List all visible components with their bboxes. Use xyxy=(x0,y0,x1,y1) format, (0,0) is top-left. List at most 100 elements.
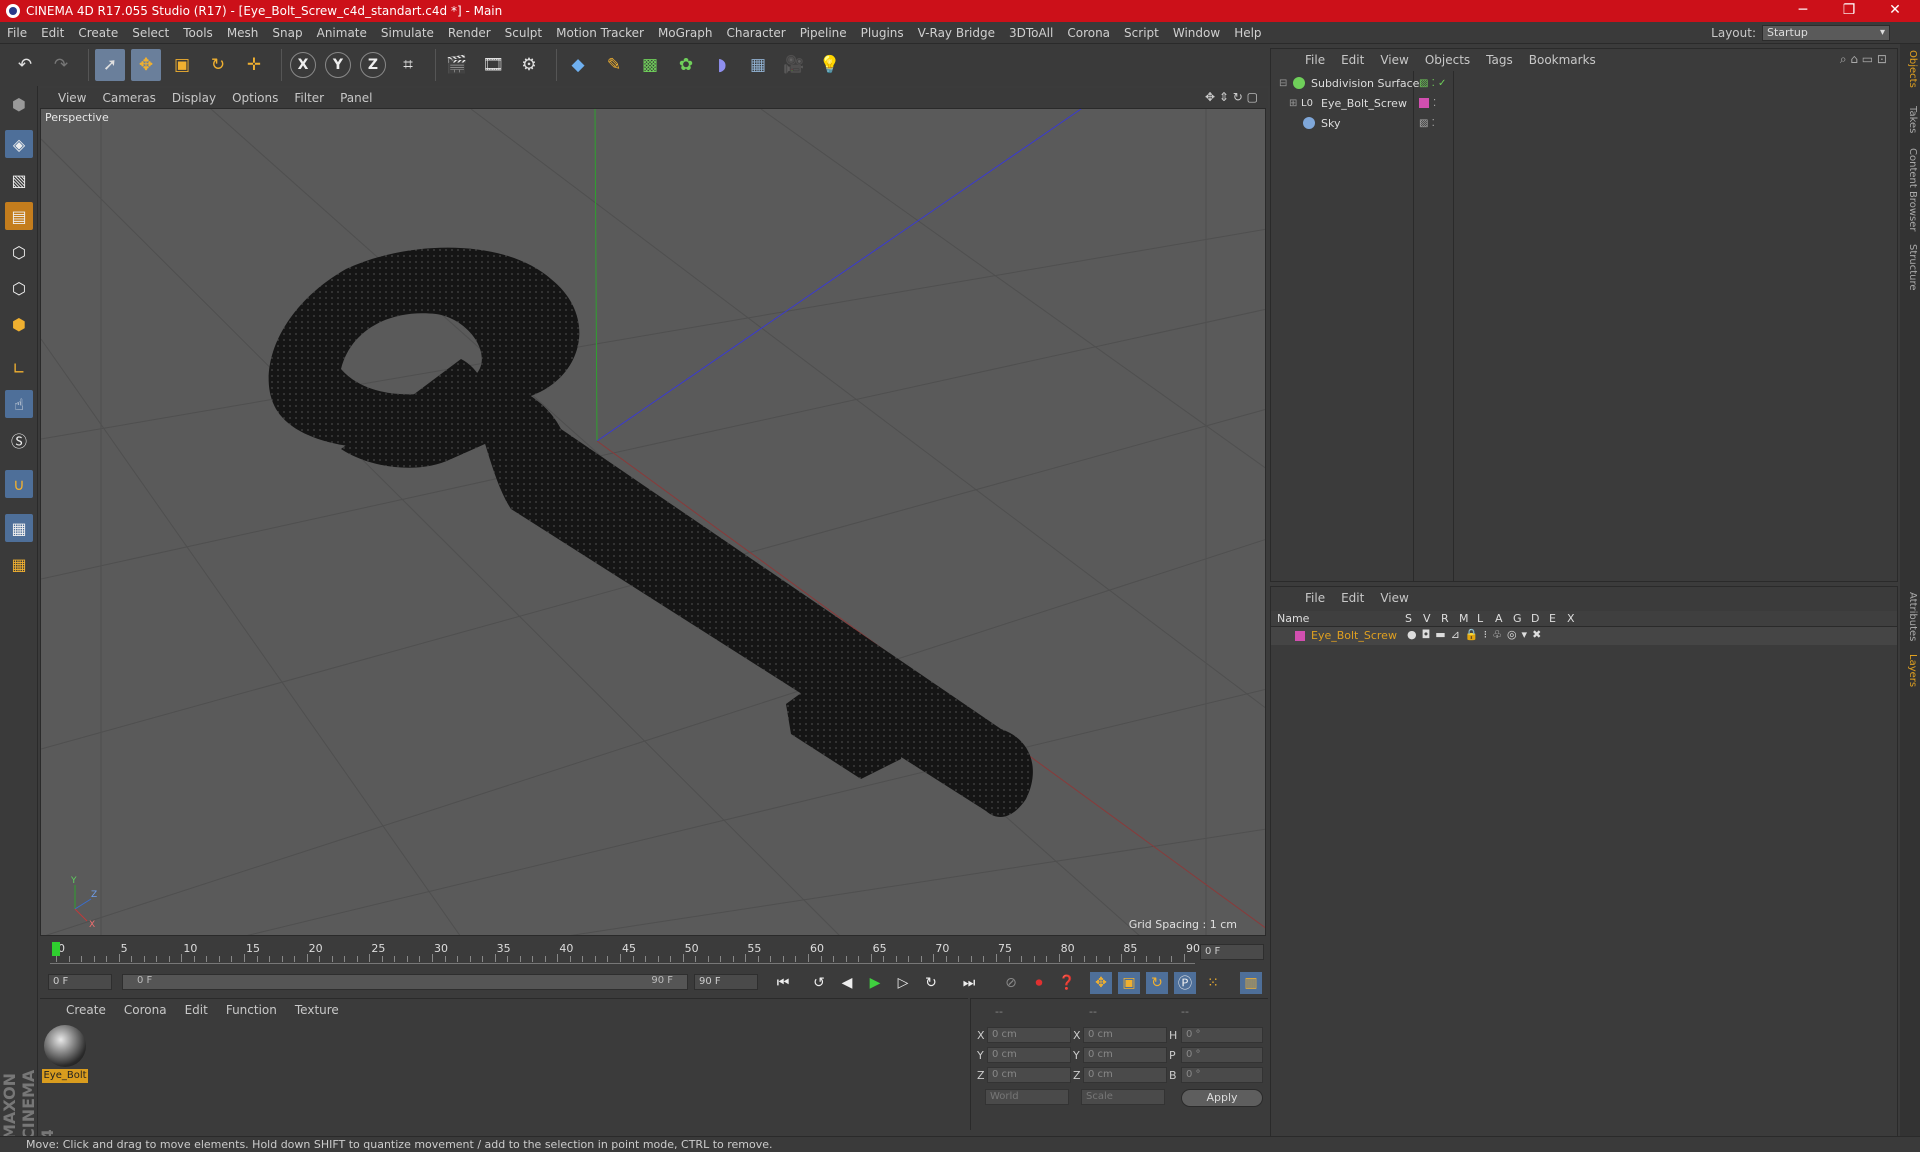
material-menu-edit[interactable]: Edit xyxy=(185,1003,208,1017)
texture-mode-icon[interactable]: ▧ xyxy=(5,166,33,194)
model-mode-icon[interactable]: ◈ xyxy=(5,130,33,158)
menu-corona[interactable]: Corona xyxy=(1060,26,1117,40)
layer-col-name[interactable]: Name xyxy=(1277,612,1309,625)
tweak-mode-icon[interactable]: ☝ xyxy=(5,390,33,418)
viewport-nav-icons[interactable]: ✥ ⇕ ↻ ▢ xyxy=(1205,90,1258,104)
object-menu-bookmarks[interactable]: Bookmarks xyxy=(1529,53,1596,67)
timeline-end-field[interactable]: 0 F xyxy=(1200,944,1264,960)
key-pla-icon[interactable]: ⁙ xyxy=(1202,972,1224,994)
tab-content-browser[interactable]: Content Browser xyxy=(1902,148,1918,231)
render-picture-viewer-icon[interactable]: 🎞 xyxy=(478,49,508,81)
playhead[interactable] xyxy=(52,942,60,956)
camera-icon[interactable]: 🎥 xyxy=(779,49,809,81)
layer-col-r[interactable]: R xyxy=(1441,612,1449,625)
magnet-icon[interactable]: ∪ xyxy=(5,470,33,498)
layer-col-d[interactable]: D xyxy=(1531,612,1539,625)
viewport-menu-filter[interactable]: Filter xyxy=(294,91,324,105)
object-menu-objects[interactable]: Objects xyxy=(1425,53,1470,67)
size-x-field[interactable]: 0 cm xyxy=(1083,1027,1167,1043)
render-view-icon[interactable]: 🎬 xyxy=(442,49,472,81)
minimize-button[interactable]: ─ xyxy=(1780,0,1826,22)
object-menu-file[interactable]: File xyxy=(1305,53,1325,67)
viewport-menu-cameras[interactable]: Cameras xyxy=(102,91,155,105)
object-name[interactable]: Sky xyxy=(1321,117,1340,130)
layer-col-a[interactable]: A xyxy=(1495,612,1503,625)
scale-dropdown[interactable]: Scale xyxy=(1081,1089,1165,1105)
transform-tool-icon[interactable]: ✛ xyxy=(239,49,269,81)
axis-mode-icon[interactable]: ∟ xyxy=(5,354,33,382)
undo-icon[interactable]: ↶ xyxy=(10,49,40,81)
menu-edit[interactable]: Edit xyxy=(34,26,71,40)
object-row-subdivision-surface[interactable]: ⊟ Subdivision Surface ▨ ⁚ ✓ xyxy=(1271,73,1897,93)
current-frame-field[interactable]: 0 F xyxy=(48,974,112,990)
previous-frame-icon[interactable]: ◀ xyxy=(836,972,858,994)
rotate-tool-icon[interactable]: ↻ xyxy=(203,49,233,81)
tab-structure[interactable]: Structure xyxy=(1902,244,1918,291)
layer-color-swatch[interactable] xyxy=(1295,631,1305,641)
z-axis-toggle[interactable]: Z xyxy=(360,52,386,78)
tab-objects[interactable]: Objects xyxy=(1902,50,1918,88)
position-y-field[interactable]: 0 cm xyxy=(987,1047,1071,1063)
layer-col-x[interactable]: X xyxy=(1567,612,1575,625)
object-name[interactable]: Subdivision Surface xyxy=(1311,77,1419,90)
perspective-viewport[interactable]: Y Z X Perspective Grid Spacing : 1 cm xyxy=(40,108,1266,936)
timeline-window-icon[interactable]: ▥ xyxy=(1240,972,1262,994)
menu-help[interactable]: Help xyxy=(1227,26,1268,40)
object-menu-tags[interactable]: Tags xyxy=(1486,53,1513,67)
max-frame-field[interactable]: 90 F xyxy=(694,974,758,990)
object-menu-view[interactable]: View xyxy=(1380,53,1408,67)
object-row-eye-bolt-screw[interactable]: ⊞ L0 Eye_Bolt_Screw ⁚ xyxy=(1271,93,1897,113)
previous-key-icon[interactable]: ↺ xyxy=(808,972,830,994)
go-to-start-icon[interactable]: ⏮ xyxy=(772,972,794,994)
position-z-field[interactable]: 0 cm xyxy=(987,1067,1071,1083)
keyframe-selection-icon[interactable]: ❓ xyxy=(1056,972,1078,994)
go-to-end-icon[interactable]: ⏭ xyxy=(958,972,980,994)
layer-col-s[interactable]: S xyxy=(1405,612,1412,625)
material-menu-function[interactable]: Function xyxy=(226,1003,277,1017)
menu-snap[interactable]: Snap xyxy=(265,26,309,40)
layer-row[interactable]: Eye_Bolt_Screw ●◘▬⊿🔒⁝♧◎▾✖ xyxy=(1271,627,1897,645)
material-preview-ball[interactable] xyxy=(44,1025,86,1067)
viewport-menu-display[interactable]: Display xyxy=(172,91,216,105)
menu-tools[interactable]: Tools xyxy=(176,26,220,40)
points-mode-icon[interactable]: ⬡ xyxy=(5,238,33,266)
layout-dropdown[interactable]: Startup xyxy=(1762,25,1890,41)
menu-sculpt[interactable]: Sculpt xyxy=(498,26,549,40)
object-menu-edit[interactable]: Edit xyxy=(1341,53,1364,67)
x-axis-toggle[interactable]: X xyxy=(290,52,316,78)
material-name-label[interactable]: Eye_Bolt xyxy=(42,1069,88,1083)
maximize-button[interactable]: ❐ xyxy=(1826,0,1872,22)
size-y-field[interactable]: 0 cm xyxy=(1083,1047,1167,1063)
object-row-sky[interactable]: Sky ▨ ⁚ xyxy=(1271,113,1897,133)
rotation-p-field[interactable]: 0 ° xyxy=(1181,1047,1263,1063)
layer-menu-edit[interactable]: Edit xyxy=(1341,591,1364,605)
edges-mode-icon[interactable]: ⬡ xyxy=(5,274,33,302)
layer-name[interactable]: Eye_Bolt_Screw xyxy=(1311,629,1397,642)
layer-col-l[interactable]: L xyxy=(1477,612,1483,625)
frame-range-slider[interactable]: 0 F 90 F xyxy=(122,974,688,990)
sky-flags-icon[interactable]: ▨ ⁚ xyxy=(1419,118,1435,129)
menu-file[interactable]: File xyxy=(0,26,34,40)
cube-primitive-icon[interactable]: ◆ xyxy=(563,49,593,81)
workplane-icon[interactable]: ▤ xyxy=(5,202,33,230)
layer-col-g[interactable]: G xyxy=(1513,612,1522,625)
timeline[interactable]: 0 5 10 15 20 25 30 35 40 45 50 55 60 65 70 75 80 85 90 0 F xyxy=(40,938,1268,966)
layer-menu-file[interactable]: File xyxy=(1305,591,1325,605)
menu-select[interactable]: Select xyxy=(125,26,176,40)
lock-workplane-icon[interactable]: ▦ xyxy=(5,514,33,542)
next-frame-icon[interactable]: ▷ xyxy=(892,972,914,994)
tab-layers[interactable]: Layers xyxy=(1902,654,1918,687)
redo-icon[interactable]: ↷ xyxy=(46,49,76,81)
menu-pipeline[interactable]: Pipeline xyxy=(793,26,854,40)
spline-pen-icon[interactable]: ✎ xyxy=(599,49,629,81)
position-x-field[interactable]: 0 cm xyxy=(987,1027,1071,1043)
menu-script[interactable]: Script xyxy=(1117,26,1166,40)
next-key-icon[interactable]: ↻ xyxy=(920,972,942,994)
material-menu-corona[interactable]: Corona xyxy=(124,1003,167,1017)
subdivision-surface-icon[interactable]: ▩ xyxy=(635,49,665,81)
rotation-h-field[interactable]: 0 ° xyxy=(1181,1027,1263,1043)
object-manager-search-icon[interactable]: ⌕ ⌂ ▭ ⊡ xyxy=(1840,52,1887,67)
material-menu-texture[interactable]: Texture xyxy=(295,1003,339,1017)
layer-flag-icons[interactable]: ●◘▬⊿🔒⁝♧◎▾✖ xyxy=(1407,628,1546,641)
autokey-icon[interactable]: ⏺ xyxy=(1028,972,1050,994)
